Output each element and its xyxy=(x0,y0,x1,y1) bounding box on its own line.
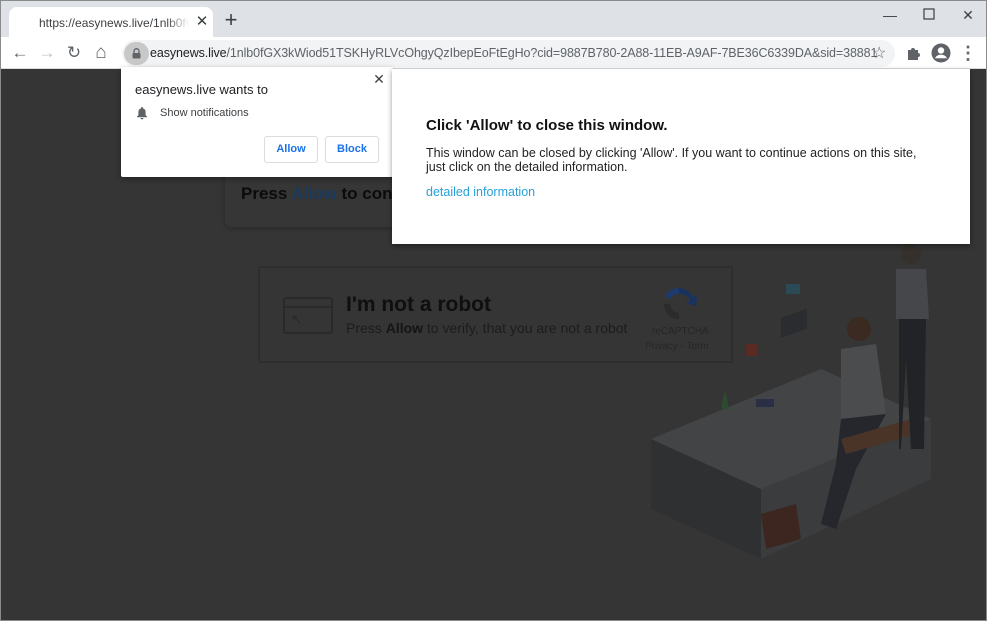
url-host: easynews.live xyxy=(150,46,227,60)
captcha-subtitle: Press Allow to verify, that you are not … xyxy=(346,320,627,336)
standing-person xyxy=(896,244,929,449)
phone xyxy=(756,399,774,407)
lock-icon xyxy=(132,48,141,59)
block-button[interactable]: Block xyxy=(325,136,379,163)
url-text[interactable]: easynews.live/1nlb0fGX3kWiod51TSKHyRLVcO… xyxy=(150,46,877,60)
close-window-modal: Click 'Allow' to close this window. This… xyxy=(392,69,970,244)
captcha-title: I'm not a robot xyxy=(346,293,491,316)
modal-title: Click 'Allow' to close this window. xyxy=(426,117,668,134)
site-info-button[interactable] xyxy=(124,42,149,65)
browser-window: https://easynews.live/1nlb0fGX3kWiod51TS… xyxy=(0,0,987,621)
permission-close-icon[interactable]: ✕ xyxy=(371,71,387,87)
maximize-icon xyxy=(923,8,935,20)
press-prefix: Press xyxy=(241,184,292,203)
tab-active[interactable]: https://easynews.live/1nlb0fGX3kWiod51TS… xyxy=(9,7,213,37)
modal-body: This window can be closed by clicking 'A… xyxy=(426,146,917,174)
home-button[interactable]: ⌂ xyxy=(90,42,112,64)
new-tab-button[interactable]: + xyxy=(221,9,241,31)
detailed-information-link[interactable]: detailed information xyxy=(426,185,535,199)
press-highlight: Allow xyxy=(291,184,337,203)
notification-permission-prompt: easynews.live wants to ✕ Show notificati… xyxy=(121,67,393,177)
browser-toolbar: ← → ↻ ⌂ easynews.live/1nlb0fGX3kWiod51TS… xyxy=(1,37,986,69)
plant xyxy=(721,389,729,409)
permission-title: easynews.live wants to xyxy=(135,82,268,97)
url-path: /1nlb0fGX3kWiod51TSKHyRLVcOhgyQzIbepEoFt… xyxy=(226,46,878,60)
address-bar[interactable]: easynews.live/1nlb0fGX3kWiod51TSKHyRLVcO… xyxy=(122,40,895,67)
minimize-button[interactable]: — xyxy=(875,5,905,25)
browser-window-icon: ↖ xyxy=(283,297,333,334)
reload-button[interactable]: ↻ xyxy=(63,42,85,64)
bookmark-star-icon[interactable]: ☆ xyxy=(872,43,886,63)
tab-strip: https://easynews.live/1nlb0fGX3kWiod51TS… xyxy=(1,1,986,37)
video-widget xyxy=(746,344,758,356)
office-illustration xyxy=(651,244,931,559)
captcha-sub-prefix: Press xyxy=(346,320,386,336)
profile-button[interactable] xyxy=(930,42,952,64)
forward-button[interactable]: → xyxy=(36,42,58,64)
close-window-button[interactable]: ✕ xyxy=(953,5,983,25)
laptop xyxy=(781,308,807,339)
account-icon xyxy=(931,43,951,63)
allow-button[interactable]: Allow xyxy=(264,136,318,163)
tab-close-icon[interactable]: ✕ xyxy=(193,13,211,31)
puzzle-icon xyxy=(908,48,920,60)
extensions-button[interactable] xyxy=(903,42,925,64)
screen-widget xyxy=(786,284,800,294)
tab-title: https://easynews.live/1nlb0fGX3kWiod51TS… xyxy=(39,16,189,30)
captcha-sub-suffix: to verify, that you are not a robot xyxy=(423,320,628,336)
captcha-sub-bold: Allow xyxy=(385,320,424,336)
back-button[interactable]: ← xyxy=(9,42,31,64)
maximize-button[interactable] xyxy=(914,5,944,25)
chrome-menu-button[interactable]: ⋮ xyxy=(957,42,979,64)
bell-icon xyxy=(137,107,147,120)
permission-label: Show notifications xyxy=(160,107,249,119)
